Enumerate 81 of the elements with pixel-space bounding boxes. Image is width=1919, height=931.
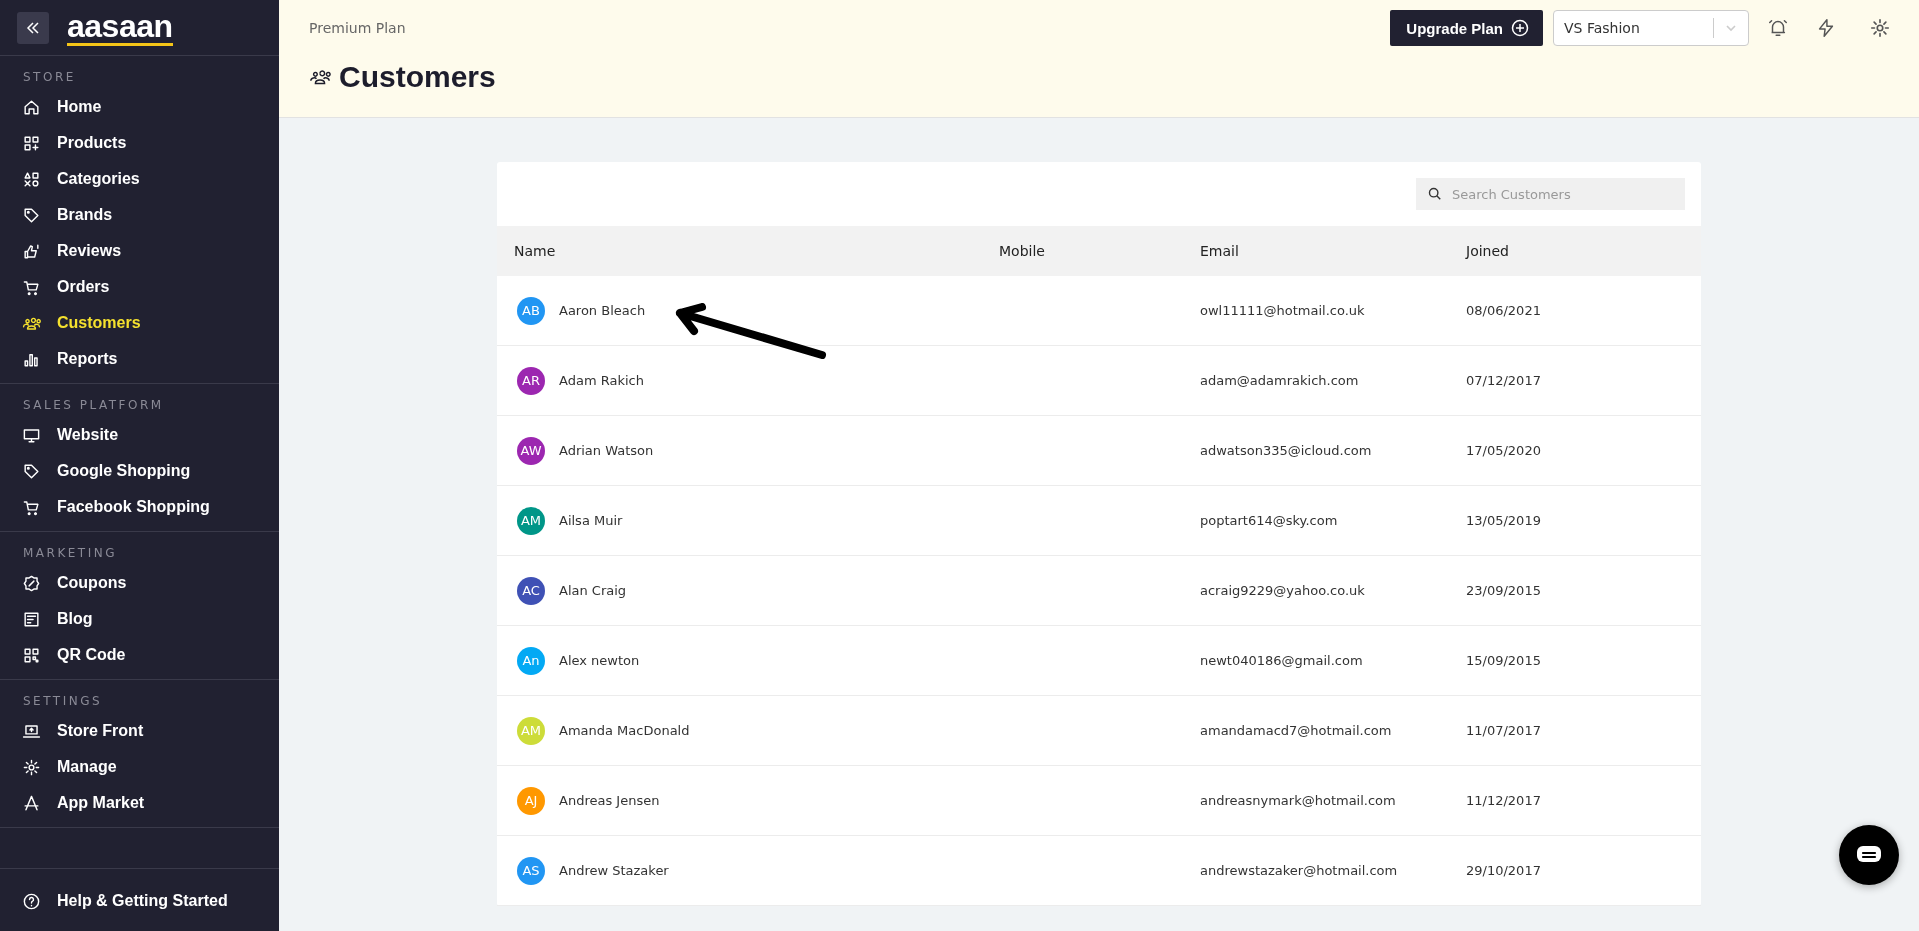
table-cell: poptart614@sky.com [1200,513,1338,528]
sidebar-item[interactable]: Google Shopping [0,453,279,489]
sidebar-item[interactable]: Brands [0,197,279,233]
table-cell: 15/09/2015 [1466,653,1541,668]
table-cell: Alex newton [559,653,640,668]
table-cell: Adrian Watson [559,443,654,458]
table-cell: Aaron Bleach [559,303,646,318]
avatar: AS [517,856,545,885]
table-cell: 11/07/2017 [1466,723,1541,738]
grid-plus-icon [22,133,41,153]
sidebar-item[interactable]: Orders [0,269,279,305]
plus-circle-icon [1511,19,1529,37]
sidebar-item[interactable]: Products [0,125,279,161]
table-cell: Alan Craig [559,583,627,598]
table-cell: Adam Rakich [559,373,644,388]
avatar: AJ [517,786,545,815]
sidebar-item[interactable]: Categories [0,161,279,197]
sidebar-item[interactable]: Reviews [0,233,279,269]
section-label: MARKETING [22,546,118,562]
table-cell: andreasnymark@hotmail.com [1200,793,1396,808]
table-cell: 23/09/2015 [1466,583,1541,598]
search-field[interactable]: Search Customers [1416,178,1685,210]
store-select[interactable]: VS Fashion [1553,10,1749,46]
shapes-icon [22,169,41,189]
qr-icon [22,645,41,665]
column-header[interactable]: Mobile [999,243,1200,259]
table-cell: 11/12/2017 [1466,793,1541,808]
badge-icon [22,573,41,593]
column-header[interactable]: Email [1200,243,1466,259]
table-cell: Andreas Jensen [559,793,660,808]
table-cell: owl11111@hotmail.co.uk [1200,303,1365,318]
avatar: AM [517,506,545,535]
sidebar-item[interactable]: Customers [0,305,279,341]
table-cell: acraig9229@yahoo.co.uk [1200,583,1365,598]
table-cell: 07/12/2017 [1466,373,1541,388]
avatar: AW [517,436,545,465]
column-header[interactable]: Joined [1466,243,1666,259]
table-cell: newt040186@gmail.com [1200,653,1363,668]
sidebar-item[interactable]: QR Code [0,637,279,673]
table-cell: 13/05/2019 [1466,513,1541,528]
avatar: An [517,646,545,675]
table-cell: Amanda MacDonald [559,723,690,738]
sidebar-item[interactable]: Coupons [0,565,279,601]
avatar: AR [517,366,545,395]
tag-icon [22,461,41,481]
doc-icon [22,609,41,629]
section-label: SALES PLATFORM [22,398,165,414]
table-cell: adam@adamrakich.com [1200,373,1359,388]
column-header[interactable]: Name [497,243,999,259]
page-title: Customers [339,60,496,94]
table-cell: adwatson335@icloud.com [1200,443,1372,458]
logo[interactable]: aasaan [67,9,173,46]
section-label: SETTINGS [22,694,104,710]
table-cell: Andrew Stazaker [559,863,669,878]
sidebar-item[interactable]: Home [0,89,279,125]
sidebar-item[interactable]: Reports [0,341,279,377]
avatar: AM [517,716,545,745]
table-cell: 08/06/2021 [1466,303,1541,318]
sidebar-item[interactable]: Facebook Shopping [0,489,279,525]
bell-icon[interactable] [1767,17,1789,39]
avatar: AC [517,576,545,605]
tag-icon [22,205,41,225]
sidebar-item[interactable]: App Market [0,785,279,821]
plan-label: Premium Plan [309,20,406,36]
avatar: AB [517,296,545,325]
table-cell: 29/10/2017 [1466,863,1541,878]
sidebar-item[interactable]: Store Front [0,713,279,749]
collapse-button[interactable] [17,11,49,44]
sidebar-item[interactable]: Website [0,417,279,453]
upgrade-button[interactable]: Upgrade Plan [1390,10,1543,46]
help-icon [22,891,41,911]
table-cell: Ailsa Muir [559,513,623,528]
help-item[interactable]: Help & Getting Started [0,883,279,919]
sidebar-item[interactable]: Manage [0,749,279,785]
home-icon [22,97,41,117]
double-chevron-icon [25,19,41,36]
table-cell: amandamacd7@hotmail.com [1200,723,1392,738]
section-label: STORE [22,70,77,86]
sidebar-item[interactable]: Blog [0,601,279,637]
table-cell: 17/05/2020 [1466,443,1541,458]
table-cell: andrewstazaker@hotmail.com [1200,863,1398,878]
